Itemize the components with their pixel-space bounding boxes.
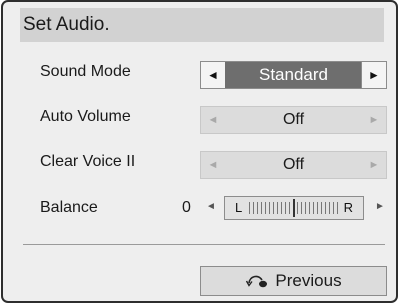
auto-volume-label: Auto Volume: [40, 108, 131, 125]
sound-mode-label: Sound Mode: [40, 63, 131, 80]
balance-value: 0: [182, 199, 191, 216]
clear-voice-value: Off: [282, 156, 305, 173]
sound-mode-right-arrow-icon[interactable]: ►: [361, 62, 386, 88]
sound-mode-value: Standard: [225, 62, 362, 88]
clear-voice-selector[interactable]: ◄ Off ►: [200, 151, 387, 179]
balance-left-letter: L: [235, 200, 243, 215]
clear-voice-label: Clear Voice II: [40, 153, 136, 170]
auto-volume-value: Off: [282, 111, 305, 128]
return-icon: [246, 275, 268, 288]
auto-volume-right-arrow-icon[interactable]: ►: [362, 107, 386, 133]
balance-label: Balance: [40, 199, 98, 216]
sound-mode-left-arrow-icon[interactable]: ◄: [201, 62, 226, 88]
audio-settings-panel: Set Audio. Sound Mode ◄ Standard ► Auto …: [1, 0, 398, 303]
auto-volume-left-arrow-icon[interactable]: ◄: [201, 107, 225, 133]
sound-mode-selector[interactable]: ◄ Standard ►: [200, 61, 387, 89]
balance-right-arrow-icon[interactable]: ►: [375, 201, 385, 212]
balance-slider[interactable]: L R: [224, 196, 364, 220]
previous-button[interactable]: Previous: [200, 266, 387, 296]
balance-right-letter: R: [343, 200, 353, 215]
balance-center-marker: [293, 199, 295, 217]
panel-title: Set Audio.: [23, 14, 110, 35]
clear-voice-left-arrow-icon[interactable]: ◄: [201, 152, 225, 178]
footer-divider: [23, 244, 385, 245]
balance-left-arrow-icon[interactable]: ◄: [206, 201, 216, 212]
auto-volume-selector[interactable]: ◄ Off ►: [200, 106, 387, 134]
previous-label: Previous: [275, 271, 342, 290]
clear-voice-right-arrow-icon[interactable]: ►: [362, 152, 386, 178]
